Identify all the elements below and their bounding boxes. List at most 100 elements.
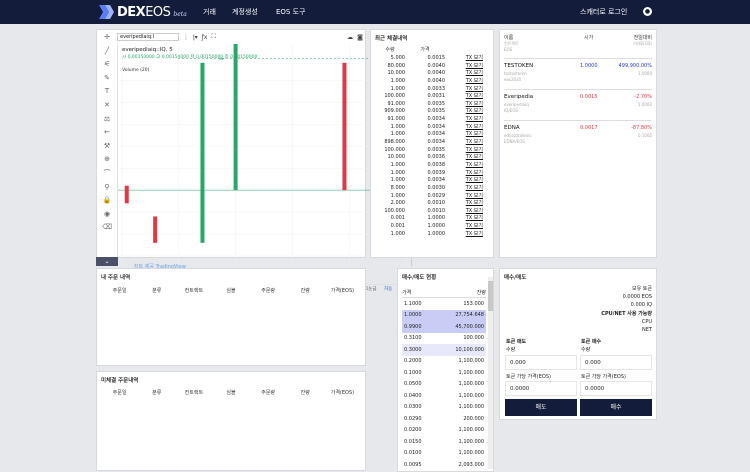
orderbook-row[interactable]: 0.0300 1,100.000 (402, 402, 486, 414)
pattern-icon[interactable]: ✕ (102, 100, 112, 110)
tx-link[interactable]: TX 보기 (445, 215, 483, 223)
back-arrow-icon[interactable]: ← (102, 127, 112, 137)
trade-qty: 100.000 (384, 146, 405, 153)
orderbook-row[interactable]: 0.3000 10,100.000 (402, 344, 486, 356)
tx-link[interactable]: TX 보기 (445, 231, 483, 239)
trade-row: 5.000 0.0015 TX 보기 (375, 55, 493, 63)
token-price: 0.0015 (580, 94, 598, 100)
trade-row: 898.000 0.0034 TX 보기 (375, 139, 493, 147)
text-icon[interactable]: T (102, 86, 112, 96)
tx-link[interactable]: TX 보기 (445, 93, 483, 101)
pending-orders-panel: 미체결 주문내역 주문일 분류 컨트랙트 심볼 주문량 잔량 가격(EOS) (96, 371, 366, 471)
nav-create-account[interactable]: 계정생성 (232, 7, 258, 17)
trade-row: 8.000 0.0030 TX 보기 (375, 185, 493, 193)
trash-icon[interactable]: ⌫ (102, 222, 112, 232)
zoom-icon[interactable]: ⊕ (102, 154, 112, 164)
prediction-icon[interactable]: ⚖ (102, 114, 112, 124)
tx-link[interactable]: TX 보기 (445, 223, 483, 231)
trend-line-icon[interactable]: ╱ (102, 46, 112, 56)
balance-label: 보유 토큰 (632, 286, 652, 292)
magnet-icon[interactable]: ⌒ (102, 168, 112, 178)
orderbook-row[interactable]: 0.3100 100.000 (402, 333, 486, 345)
token-change: -87.80% (631, 125, 652, 131)
scroll-thumb[interactable] (488, 281, 493, 311)
ob-price: 0.0500 (404, 381, 422, 388)
pending-orders-title: 미체결 주문내역 (101, 378, 139, 384)
top-bar: DEXEOS beta 거래 계정생성 EOS 도구 스캐터로 로그인 ● (0, 0, 750, 24)
scatter-login-link[interactable]: 스캐터로 로그인 (580, 7, 627, 17)
col-price: 가격 (420, 47, 430, 53)
trade-price: 0.0031 (427, 93, 446, 100)
nav-eos-tools[interactable]: EOS 도구 (276, 7, 305, 17)
orderbook-scrollbar[interactable] (488, 277, 493, 469)
token-row[interactable]: Everipedia everipediaiq IQ/EOS 0.0015 -2.70%… (504, 89, 652, 119)
lock-drawing-icon[interactable]: ⚲ (102, 182, 112, 192)
trade-row: 909.000 0.0035 TX 보기 (375, 108, 493, 116)
orderbook-row[interactable]: 1.1000 153.000 (402, 298, 486, 310)
trade-qty: 1.000 (390, 169, 405, 176)
balance-iq: 0.000 IQ (630, 302, 652, 308)
trade-price: 0.0033 (427, 85, 446, 92)
auto-toggle[interactable]: 자동 (384, 286, 392, 292)
indicators-icon[interactable]: ƒx (202, 34, 208, 41)
tx-link[interactable]: TX 보기 (445, 177, 483, 185)
buy-price-input[interactable]: 0.0000 (580, 381, 652, 396)
token-price: 0.0017 (580, 125, 598, 131)
sell-price-input[interactable]: 0.0000 (505, 381, 577, 396)
trade-price: 0.0040 (427, 62, 446, 69)
user-icon[interactable]: ● (643, 7, 652, 16)
tx-link[interactable]: TX 보기 (445, 185, 483, 193)
token-row[interactable]: TESTOKEN testosteron eos2020 1.0000 499,900.… (504, 58, 652, 88)
interval-selector[interactable]: ⋮ (183, 34, 189, 41)
tx-link[interactable]: TX 보기 (445, 55, 483, 63)
token-row[interactable]: EDNA ednazztokens EDNA/EOS 0.0017 -87.80% 0.1… (504, 120, 652, 150)
symbol-search[interactable]: everipediaiq:I (117, 33, 179, 41)
trade-qty: 0.001 (390, 215, 405, 222)
tx-link[interactable]: TX 보기 (445, 70, 483, 78)
token-volume: 1.0000 (638, 71, 652, 76)
orderbook-row[interactable]: 0.2000 1,100.000 (402, 356, 486, 368)
lock-icon[interactable]: 🔒 (102, 195, 112, 205)
measure-icon[interactable]: ⚒ (102, 141, 112, 151)
nav-trade[interactable]: 거래 (203, 7, 216, 17)
buy-button[interactable]: 매수 (580, 399, 652, 416)
orderbook-row[interactable]: 0.0200 1,100.000 (402, 425, 486, 437)
orderbook-row[interactable]: 1.0000 27,754.648 (402, 309, 486, 321)
buy-qty-input[interactable]: 0.000 (580, 355, 652, 370)
tx-link[interactable]: TX 보기 (445, 200, 483, 208)
crosshair-icon[interactable]: ✛ (102, 32, 112, 42)
balance-eos: 0.0000 EOS (622, 294, 652, 300)
sell-button[interactable]: 매도 (505, 399, 577, 416)
eye-icon[interactable]: ◉ (102, 209, 112, 219)
candle-type-icon[interactable]: ǀ▾ (193, 34, 198, 41)
tx-link[interactable]: TX 보기 (445, 139, 483, 147)
orderbook-row[interactable]: 0.0290 200.000 (402, 413, 486, 425)
save-cloud-icon[interactable]: ☁ (347, 34, 353, 41)
camera-icon[interactable]: ◙ (357, 34, 363, 41)
ob-qty: 100.000 (463, 335, 484, 342)
fib-icon[interactable]: ⚟ (102, 59, 112, 69)
orderbook-row[interactable]: 0.0095 2,093.000 (402, 459, 486, 471)
orderbook-row[interactable]: 0.0100 1,100.000 (402, 448, 486, 460)
orderbook-row[interactable]: 0.0150 1,100.000 (402, 436, 486, 448)
trade-row: 100.000 0.0031 TX 보기 (375, 93, 493, 101)
orderbook-row[interactable]: 0.1000 1,100.000 (402, 367, 486, 379)
trade-qty: 1.000 (390, 230, 405, 237)
orderbook-row[interactable]: 0.0400 1,100.000 (402, 390, 486, 402)
col-qty: 수량 (385, 47, 395, 53)
tx-link[interactable]: TX 보기 (445, 154, 483, 162)
tx-link[interactable]: TX 보기 (445, 108, 483, 116)
tx-link[interactable]: TX 보기 (445, 78, 483, 86)
tx-link[interactable]: TX 보기 (445, 162, 483, 170)
trade-qty: 100.000 (384, 207, 405, 214)
col-date: 주문일 (112, 390, 127, 396)
fullscreen-icon[interactable]: ⛶ (211, 33, 215, 41)
logo[interactable]: DEXEOS beta (99, 3, 187, 21)
orderbook-row[interactable]: 0.0500 1,100.000 (402, 379, 486, 391)
tx-link[interactable]: TX 보기 (445, 131, 483, 139)
orderbook-row[interactable]: 0.9900 45,700.000 (402, 321, 486, 333)
chevron-down-icon[interactable]: ⌄ (96, 257, 118, 266)
sell-qty-input[interactable]: 0.000 (505, 355, 577, 370)
tx-link[interactable]: TX 보기 (445, 116, 483, 124)
brush-icon[interactable]: ✎ (102, 73, 112, 83)
